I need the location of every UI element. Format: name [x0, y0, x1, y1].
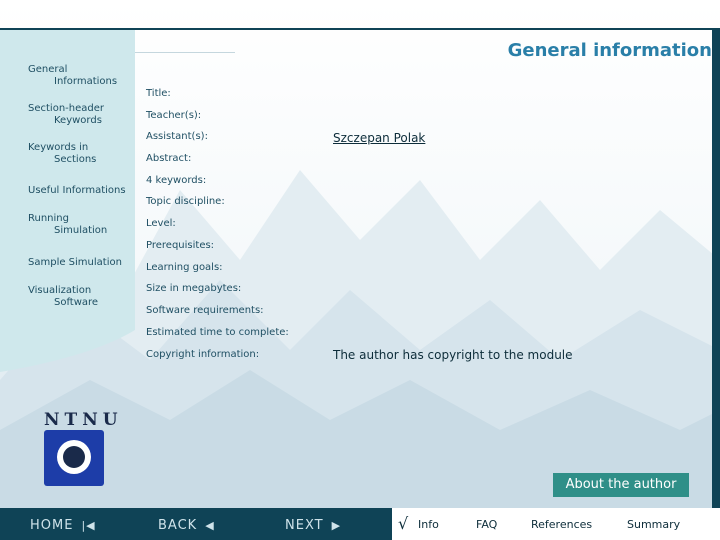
home-button[interactable]: HOME |◀: [30, 518, 96, 533]
title-label: Title:: [146, 88, 171, 99]
back-button[interactable]: BACK ◀: [158, 518, 215, 533]
prerequisites-label: Prerequisites:: [146, 240, 215, 251]
sidebar-item-general-informations[interactable]: General Informations: [28, 64, 117, 88]
checkmark-icon: √: [398, 514, 409, 533]
size-label: Size in megabytes:: [146, 283, 242, 294]
page: General information General Informations…: [0, 0, 720, 540]
sidebar-item-section-header-keywords[interactable]: Section-header Keywords: [28, 103, 104, 127]
copyright-label: Copyright information:: [146, 349, 260, 360]
sidebar-item-sample-simulation[interactable]: Sample Simulation: [28, 257, 122, 269]
copyright-value: The author has copyright to the module: [333, 348, 573, 362]
tab-faq[interactable]: FAQ: [476, 518, 497, 531]
assistants-label: Assistant(s):: [146, 131, 208, 142]
next-button[interactable]: NEXT ▶: [285, 518, 341, 533]
ntnu-logo-icon: [44, 430, 104, 486]
tab-references[interactable]: References: [531, 518, 592, 531]
next-arrow-icon: ▶: [331, 519, 342, 532]
page-title: General information: [507, 40, 712, 61]
learning-goals-label: Learning goals:: [146, 262, 223, 273]
software-requirements-label: Software requirements:: [146, 305, 264, 316]
abstract-label: Abstract:: [146, 153, 192, 164]
topic-discipline-label: Topic discipline:: [146, 196, 225, 207]
sidebar-item-running-simulation[interactable]: Running Simulation: [28, 213, 107, 237]
keywords-label: 4 keywords:: [146, 175, 207, 186]
teachers-label: Teacher(s):: [146, 110, 202, 121]
tab-summary[interactable]: Summary: [627, 518, 680, 531]
sidebar-item-visualization-software[interactable]: Visualization Software: [28, 285, 98, 309]
sidebar-item-useful-informations[interactable]: Useful Informations: [28, 185, 126, 197]
assistant-name-link[interactable]: Szczepan Polak: [333, 131, 425, 145]
estimated-time-label: Estimated time to complete:: [146, 327, 289, 338]
level-label: Level:: [146, 218, 176, 229]
bottom-navigation-bar: [0, 508, 720, 540]
sidebar-item-keywords-in-sections[interactable]: Keywords in Sections: [28, 142, 96, 166]
ntnu-logo-text: NTNU: [44, 410, 123, 430]
back-arrow-icon: ◀: [205, 519, 215, 532]
about-author-button[interactable]: About the author: [553, 473, 689, 497]
home-arrow-icon: |◀: [81, 519, 96, 532]
tab-info[interactable]: Info: [418, 518, 439, 531]
